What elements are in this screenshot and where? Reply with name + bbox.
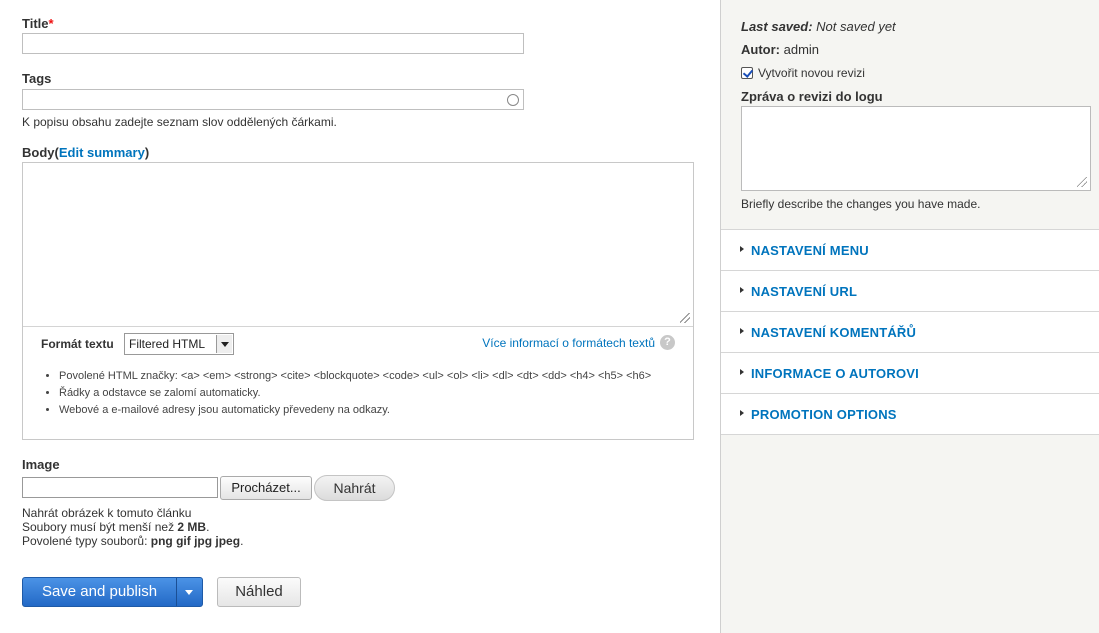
- node-edit-form: Title* Tags K popisu obsahu zadejte sezn…: [0, 0, 720, 633]
- resize-grip-icon[interactable]: [1077, 177, 1087, 187]
- image-size-suffix: .: [206, 520, 210, 534]
- triangle-right-icon: [740, 328, 744, 334]
- node-meta-sidebar: Last saved: Not saved yet Autor: admin V…: [720, 0, 1099, 633]
- image-types-suffix: .: [240, 534, 244, 548]
- text-format-label: Formát textu: [41, 337, 114, 351]
- section-title[interactable]: PROMOTION OPTIONS: [751, 407, 897, 422]
- triangle-right-icon: [740, 369, 744, 375]
- format-tips-list: Povolené HTML značky: <a> <em> <strong> …: [45, 369, 685, 420]
- preview-button[interactable]: Náhled: [217, 577, 301, 607]
- help-icon[interactable]: ?: [660, 335, 675, 350]
- revision-log-textarea[interactable]: [741, 106, 1091, 191]
- author-label: Autor:: [741, 42, 780, 57]
- section-promotion-options[interactable]: PROMOTION OPTIONS: [721, 393, 1099, 434]
- author-info: Autor: admin: [741, 42, 819, 57]
- section-comment-settings[interactable]: NASTAVENÍ KOMENTÁŘŮ: [721, 311, 1099, 352]
- resize-grip-icon[interactable]: [680, 313, 690, 323]
- upload-button[interactable]: Nahrát: [314, 475, 395, 501]
- image-types-prefix: Povolené typy souborů:: [22, 534, 151, 548]
- last-saved-value: Not saved yet: [816, 19, 896, 34]
- triangle-right-icon: [740, 246, 744, 252]
- save-and-publish-button[interactable]: Save and publish: [22, 577, 203, 607]
- format-tip: Povolené HTML značky: <a> <em> <strong> …: [59, 369, 685, 383]
- autocomplete-throbber-icon: [507, 94, 519, 106]
- image-allowed-types: png gif jpg jpeg: [150, 534, 241, 548]
- select-arrow-icon: [216, 335, 232, 353]
- body-label-text: Body: [22, 145, 55, 160]
- body-paren-close: ): [144, 145, 150, 160]
- triangle-right-icon: [740, 287, 744, 293]
- section-title[interactable]: NASTAVENÍ URL: [751, 284, 857, 299]
- body-label: Body(Edit summary): [22, 145, 149, 160]
- format-tip: Webové a e-mailové adresy jsou automatic…: [59, 403, 685, 417]
- edit-summary-link[interactable]: Edit summary: [59, 145, 145, 160]
- body-field-wrapper: Formát textu Filtered HTML Více informac…: [22, 162, 694, 440]
- image-max-size: 2 MB: [177, 520, 207, 534]
- sections-bottom-divider: [721, 434, 1099, 435]
- chevron-down-icon[interactable]: [177, 578, 202, 606]
- section-title[interactable]: NASTAVENÍ KOMENTÁŘŮ: [751, 325, 916, 340]
- image-label: Image: [22, 457, 60, 472]
- section-author-info[interactable]: INFORMACE O AUTOROVI: [721, 352, 1099, 393]
- tags-label: Tags: [22, 71, 52, 86]
- triangle-right-icon: [740, 410, 744, 416]
- new-revision-label[interactable]: Vytvořit novou revizi: [758, 66, 865, 80]
- revision-log-label: Zpráva o revizi do logu: [741, 89, 883, 104]
- text-format-selected: Filtered HTML: [129, 337, 206, 351]
- tags-input[interactable]: [22, 89, 524, 110]
- required-mark: *: [48, 16, 54, 31]
- save-and-publish-label[interactable]: Save and publish: [23, 578, 176, 606]
- author-value: admin: [783, 42, 820, 57]
- image-size-prefix: Soubory musí být menší než: [22, 520, 178, 534]
- section-title[interactable]: NASTAVENÍ MENU: [751, 243, 869, 258]
- section-url-settings[interactable]: NASTAVENÍ URL: [721, 270, 1099, 311]
- text-format-select[interactable]: Filtered HTML: [124, 333, 234, 355]
- revision-log-description: Briefly describe the changes you have ma…: [741, 197, 981, 211]
- image-desc-line3: Povolené typy souborů: png gif jpg jpeg.: [22, 534, 243, 548]
- image-desc-line2: Soubory musí být menší než 2 MB.: [22, 520, 243, 534]
- new-revision-checkbox[interactable]: [741, 67, 753, 79]
- last-saved: Last saved: Not saved yet: [741, 19, 896, 34]
- title-label: Title*: [22, 16, 54, 31]
- format-tip: Řádky a odstavce se zalomí automaticky.: [59, 386, 685, 400]
- section-title[interactable]: INFORMACE O AUTOROVI: [751, 366, 919, 381]
- format-more-info-link[interactable]: Více informací o formátech textů: [482, 336, 655, 350]
- tags-description: K popisu obsahu zadejte seznam slov oddě…: [22, 115, 337, 129]
- image-description: Nahrát obrázek k tomuto článku Soubory m…: [22, 506, 243, 548]
- title-input[interactable]: [22, 33, 524, 54]
- image-file-input[interactable]: [22, 477, 218, 498]
- browse-button[interactable]: Procházet...: [220, 476, 312, 500]
- image-desc-line1: Nahrát obrázek k tomuto článku: [22, 506, 192, 520]
- title-label-text: Title: [22, 16, 49, 31]
- body-textarea[interactable]: [23, 163, 693, 327]
- last-saved-label: Last saved:: [741, 19, 813, 34]
- section-menu-settings[interactable]: NASTAVENÍ MENU: [721, 229, 1099, 270]
